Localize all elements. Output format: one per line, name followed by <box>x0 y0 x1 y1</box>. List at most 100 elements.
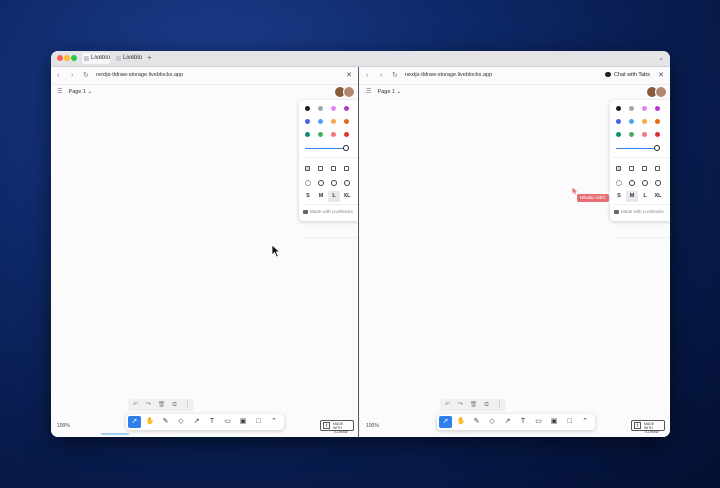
more-icon[interactable]: ⌃ <box>268 416 281 428</box>
maximize-window-button[interactable] <box>71 55 77 61</box>
made-with-liveblocks-link[interactable]: Made with Liveblocks <box>614 208 664 216</box>
dash-draw-icon[interactable] <box>616 180 622 186</box>
size-button-m[interactable]: M <box>626 191 638 202</box>
made-with-tldraw-badge[interactable]: t MADE WITH TLDRAW <box>320 420 354 434</box>
size-button-s[interactable]: S <box>613 191 625 202</box>
reload-icon[interactable]: ↻ <box>83 70 89 81</box>
color-swatch[interactable] <box>305 106 310 111</box>
size-button-xl[interactable]: XL <box>652 191 664 202</box>
color-swatch[interactable] <box>331 106 336 111</box>
redo-icon[interactable]: ↷ <box>143 399 154 411</box>
opacity-slider-handle[interactable] <box>343 145 349 151</box>
draw-icon[interactable]: ✎ <box>159 416 172 428</box>
undo-icon[interactable]: ↶ <box>442 399 453 411</box>
fill-pattern-icon[interactable] <box>344 166 349 171</box>
minimize-window-button[interactable] <box>64 55 70 61</box>
size-button-m[interactable]: M <box>315 191 327 202</box>
dash-solid-icon[interactable] <box>344 180 350 186</box>
color-swatch[interactable] <box>318 106 323 111</box>
color-swatch[interactable] <box>344 106 349 111</box>
more-icon[interactable]: ⋮ <box>182 399 193 411</box>
close-window-button[interactable] <box>57 55 63 61</box>
image-icon[interactable]: ▣ <box>548 416 561 428</box>
color-swatch[interactable] <box>642 119 647 124</box>
undo-icon[interactable]: ↶ <box>130 399 141 411</box>
color-swatch[interactable] <box>305 132 310 137</box>
color-swatch[interactable] <box>344 119 349 124</box>
main-menu-icon[interactable]: ☰ <box>57 87 67 98</box>
rectangle-icon[interactable]: □ <box>252 416 265 428</box>
close-pane-icon[interactable]: ✕ <box>658 70 664 81</box>
dash-draw-icon[interactable] <box>305 180 311 186</box>
color-swatch[interactable] <box>616 132 621 137</box>
size-button-xl[interactable]: XL <box>341 191 353 202</box>
dash-dashed-icon[interactable] <box>318 180 324 186</box>
page-menu[interactable]: ☰ Page 1 ⌄ <box>57 87 92 98</box>
fill-none-icon[interactable] <box>305 166 310 171</box>
opacity-slider[interactable] <box>616 148 656 149</box>
color-swatch[interactable] <box>642 132 647 137</box>
more-icon[interactable]: ⋮ <box>494 399 505 411</box>
size-button-l[interactable]: L <box>328 191 340 202</box>
browser-tab-1[interactable]: Liveblo <box>82 53 110 64</box>
eraser-icon[interactable]: ◇ <box>486 416 499 428</box>
color-swatch[interactable] <box>318 132 323 137</box>
arrow-icon[interactable]: ↗ <box>501 416 514 428</box>
color-swatch[interactable] <box>629 119 634 124</box>
color-swatch[interactable] <box>344 132 349 137</box>
fill-solid-icon[interactable] <box>331 166 336 171</box>
page-menu[interactable]: ☰ Page 1 ⌄ <box>366 87 401 98</box>
duplicate-icon[interactable]: ⧉ <box>481 399 492 411</box>
fill-semi-icon[interactable] <box>318 166 323 171</box>
made-with-tldraw-badge[interactable]: t MADE WITH TLDRAW <box>631 420 665 434</box>
back-icon[interactable]: ‹ <box>57 70 59 81</box>
color-swatch[interactable] <box>616 106 621 111</box>
duplicate-icon[interactable]: ⧉ <box>169 399 180 411</box>
color-swatch[interactable] <box>318 119 323 124</box>
forward-icon[interactable]: › <box>380 70 382 81</box>
note-icon[interactable]: ▭ <box>532 416 545 428</box>
avatar[interactable] <box>655 86 667 98</box>
draw-icon[interactable]: ✎ <box>470 416 483 428</box>
color-swatch[interactable] <box>642 106 647 111</box>
color-swatch[interactable] <box>629 106 634 111</box>
avatar[interactable] <box>343 86 355 98</box>
arrow-icon[interactable]: ↗ <box>190 416 203 428</box>
color-swatch[interactable] <box>629 132 634 137</box>
url-field[interactable]: nextjs-tldraw-storage.liveblocks.app <box>405 70 492 81</box>
zoom-level[interactable]: 100% <box>366 422 379 430</box>
text-icon[interactable]: T <box>517 416 530 428</box>
opacity-slider[interactable] <box>305 148 345 149</box>
color-swatch[interactable] <box>616 119 621 124</box>
eraser-icon[interactable]: ◇ <box>175 416 188 428</box>
browser-tab-2[interactable]: Liveblo <box>114 53 142 64</box>
select-icon[interactable]: ➚ <box>128 416 141 428</box>
new-tab-button[interactable]: + <box>147 52 152 64</box>
rectangle-icon[interactable]: □ <box>563 416 576 428</box>
fill-pattern-icon[interactable] <box>655 166 660 171</box>
reload-icon[interactable]: ↻ <box>392 70 398 81</box>
note-icon[interactable]: ▭ <box>221 416 234 428</box>
forward-icon[interactable]: › <box>71 70 73 81</box>
text-icon[interactable]: T <box>206 416 219 428</box>
color-swatch[interactable] <box>305 119 310 124</box>
hand-icon[interactable]: ✋ <box>455 416 468 428</box>
image-icon[interactable]: ▣ <box>237 416 250 428</box>
select-icon[interactable]: ➚ <box>439 416 452 428</box>
fill-semi-icon[interactable] <box>629 166 634 171</box>
delete-icon[interactable]: 🗑 <box>468 399 479 411</box>
color-swatch[interactable] <box>655 106 660 111</box>
url-field[interactable]: nextjs-tldraw-storage.liveblocks.app <box>96 70 183 81</box>
made-with-liveblocks-link[interactable]: Made with Liveblocks <box>303 208 353 216</box>
tab-overview-chevron-icon[interactable]: ⌄ <box>658 53 664 64</box>
chat-with-tabs-button[interactable]: Chat with Tabs <box>605 70 650 81</box>
color-swatch[interactable] <box>655 132 660 137</box>
fill-none-icon[interactable] <box>616 166 621 171</box>
size-button-l[interactable]: L <box>639 191 651 202</box>
delete-icon[interactable]: 🗑 <box>156 399 167 411</box>
size-button-s[interactable]: S <box>302 191 314 202</box>
color-swatch[interactable] <box>331 119 336 124</box>
close-pane-icon[interactable]: ✕ <box>346 70 352 81</box>
dash-dotted-icon[interactable] <box>642 180 648 186</box>
fill-solid-icon[interactable] <box>642 166 647 171</box>
